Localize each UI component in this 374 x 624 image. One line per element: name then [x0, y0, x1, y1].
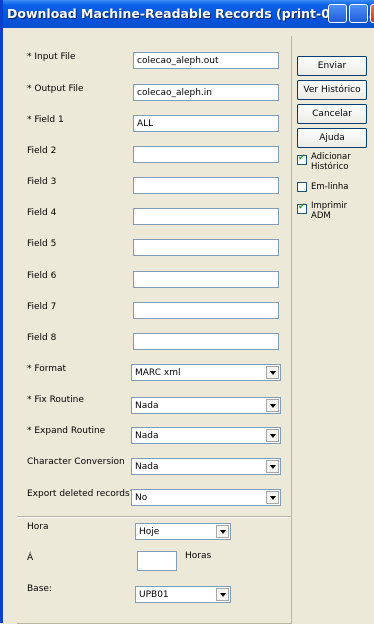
field-4-label: Field 4: [27, 208, 57, 218]
expand-routine-label: * Expand Routine: [27, 426, 106, 436]
divider: [17, 516, 291, 518]
form-panel: * Input File colecao_aleph.out * Output …: [17, 36, 292, 624]
em-linha-checkbox[interactable]: [297, 182, 307, 192]
character-conversion-select[interactable]: Nada: [131, 458, 281, 475]
a-label: Á: [27, 553, 34, 563]
chevron-down-icon[interactable]: [216, 588, 229, 601]
close-icon[interactable]: [370, 4, 374, 23]
field-2-label: Field 2: [27, 146, 57, 156]
output-file-label: * Output File: [27, 84, 84, 94]
field-1-label: * Field 1: [27, 115, 64, 125]
base-label: Base:: [27, 584, 52, 594]
field-4-input[interactable]: [133, 208, 279, 225]
chevron-down-icon[interactable]: [266, 429, 279, 442]
output-file-field[interactable]: colecao_aleph.in: [133, 84, 279, 101]
input-file-field[interactable]: colecao_aleph.out: [133, 52, 279, 69]
field-6-label: Field 6: [27, 271, 57, 281]
export-deleted-select[interactable]: No: [131, 489, 281, 506]
enviar-button[interactable]: Enviar: [297, 56, 367, 76]
field-6-input[interactable]: [133, 271, 279, 288]
field-7-input[interactable]: [133, 302, 279, 319]
character-conversion-label: Character Conversion: [27, 457, 125, 467]
format-value: MARC xml: [135, 368, 181, 378]
ajuda-button[interactable]: Ajuda: [297, 128, 367, 148]
character-conversion-value: Nada: [135, 462, 159, 472]
format-select[interactable]: MARC xml: [131, 364, 281, 381]
hora-value: Hoje: [139, 527, 160, 537]
fix-routine-value: Nada: [135, 401, 159, 411]
expand-routine-select[interactable]: Nada: [131, 427, 281, 444]
input-file-label: * Input File: [27, 52, 76, 62]
window-title: Download Machine-Readable Records (print…: [7, 6, 374, 21]
base-select[interactable]: UPB01: [135, 586, 231, 603]
chevron-down-icon[interactable]: [266, 399, 279, 412]
dialog-window: Download Machine-Readable Records (print…: [0, 0, 374, 624]
minimize-icon[interactable]: [328, 4, 347, 23]
base-value: UPB01: [139, 590, 169, 600]
ver-historico-button[interactable]: Ver Histórico: [297, 80, 367, 100]
field-8-label: Field 8: [27, 333, 57, 343]
field-3-input[interactable]: [133, 177, 279, 194]
adicionar-historico-checkbox[interactable]: [297, 153, 307, 165]
fix-routine-select[interactable]: Nada: [131, 397, 281, 414]
horas-label: Horas: [185, 551, 212, 561]
imprimir-adm-label: Imprimir ADM: [311, 201, 348, 221]
hora-label: Hora: [27, 522, 49, 532]
field-1-input[interactable]: ALL: [133, 115, 279, 132]
title-bar[interactable]: Download Machine-Readable Records (print…: [3, 0, 374, 28]
hour-input[interactable]: [137, 551, 177, 571]
field-3-label: Field 3: [27, 177, 57, 187]
adicionar-historico-label: Adicionar Histórico: [311, 152, 351, 172]
chevron-down-icon[interactable]: [266, 366, 279, 379]
field-8-input[interactable]: [133, 333, 279, 350]
field-7-label: Field 7: [27, 302, 57, 312]
format-label: * Format: [27, 364, 67, 374]
field-2-input[interactable]: [133, 146, 279, 163]
chevron-down-icon[interactable]: [266, 460, 279, 473]
fix-routine-label: * Fix Routine: [27, 395, 84, 405]
export-deleted-value: No: [135, 493, 148, 503]
chevron-down-icon[interactable]: [266, 491, 279, 504]
maximize-icon[interactable]: [349, 4, 368, 23]
chevron-down-icon[interactable]: [216, 525, 229, 538]
cancelar-button[interactable]: Cancelar: [297, 104, 367, 124]
imprimir-adm-checkbox[interactable]: [297, 202, 307, 214]
hora-select[interactable]: Hoje: [135, 523, 231, 540]
export-deleted-label: Export deleted records?: [27, 489, 135, 499]
field-5-label: Field 5: [27, 239, 57, 249]
expand-routine-value: Nada: [135, 431, 159, 441]
field-5-input[interactable]: [133, 239, 279, 256]
em-linha-label: Em-linha: [311, 182, 349, 192]
